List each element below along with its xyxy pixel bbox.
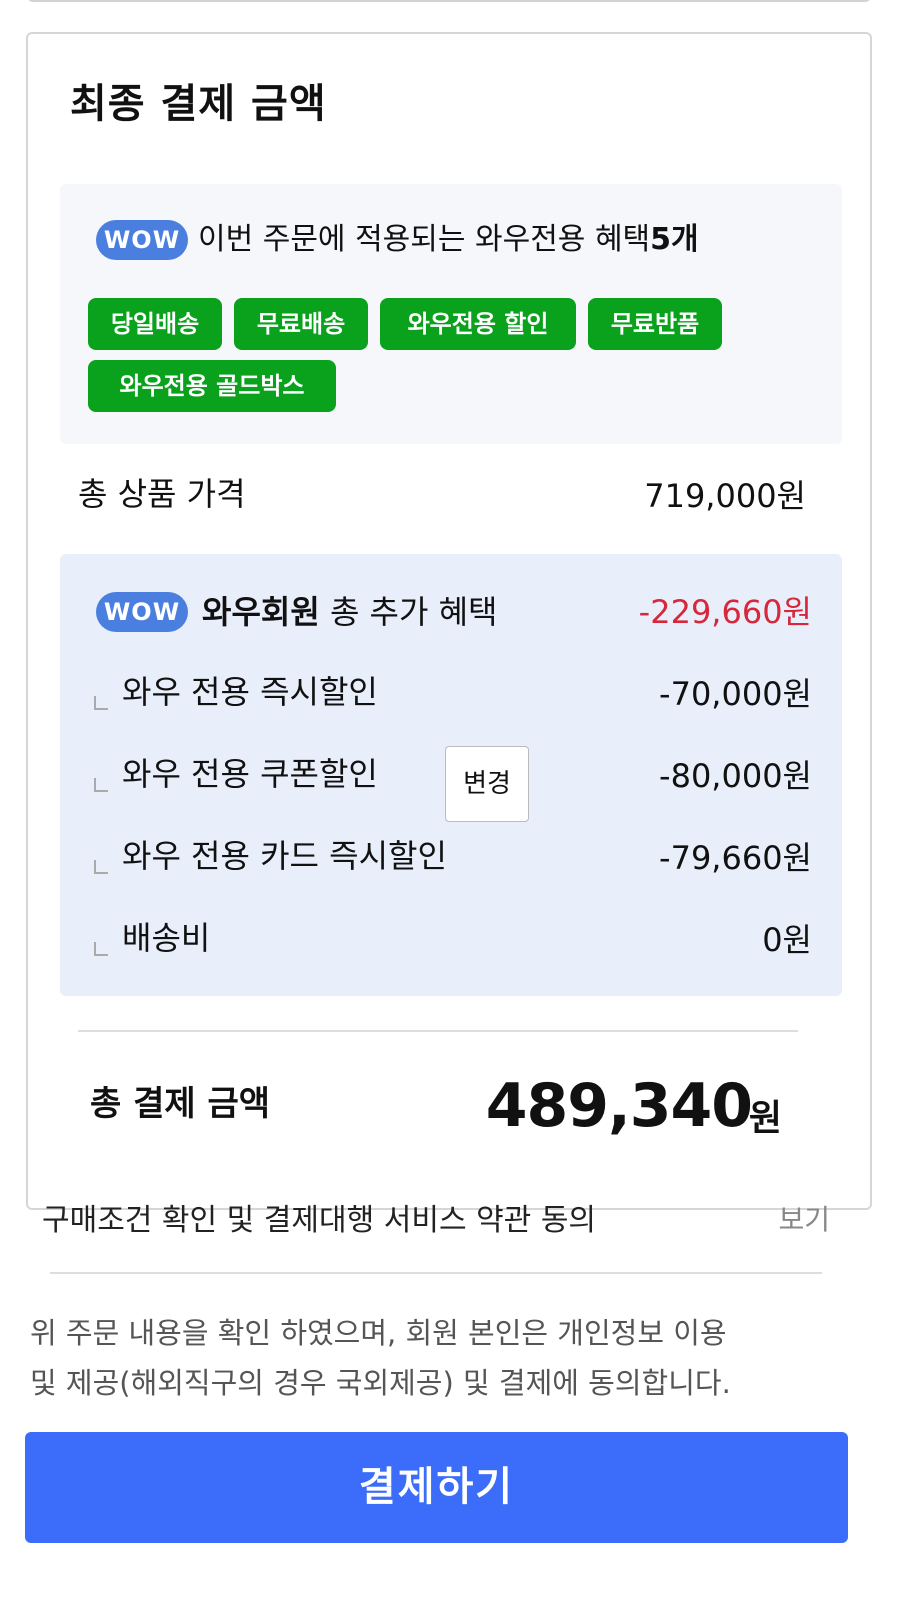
consent-notice-line: 위 주문 내용을 확인 하였으며, 회원 본인은 개인정보 이용 [30,1316,727,1350]
wow-badge: WOW [96,592,188,632]
discount-item-value: 0원 [762,921,812,959]
consent-notice-line: 및 제공(해외직구의 경우 국외제공) 및 결제에 동의합니다. [30,1366,731,1400]
previous-section-edge [27,0,871,2]
divider [78,1030,798,1032]
divider [50,1272,822,1274]
indent-icon [94,696,108,710]
card-title: 최종 결제 금액 [70,81,327,127]
product-total-value: 719,000원 [644,477,806,515]
benefit-tag: 와우전용 할인 [380,298,576,350]
benefits-count: 5개 [650,222,699,257]
product-total-label: 총 상품 가격 [78,475,246,513]
discount-item-label: 와우 전용 즉시할인 [122,673,378,711]
final-total-amount: 489,340 [485,1071,753,1141]
wow-badge: WOW [96,220,188,260]
benefit-tag: 무료배송 [234,298,368,350]
change-coupon-button[interactable]: 변경 [445,746,529,822]
indent-icon [94,778,108,792]
indent-icon [94,942,108,956]
wow-discount-box: WOW 와우회원 총 추가 혜택 -229,660원 와우 전용 즉시할인 -7… [60,554,842,996]
wow-discount-total: -229,660원 [638,593,812,631]
final-total-unit: 원 [748,1098,782,1139]
benefit-tag: 와우전용 골드박스 [88,360,336,412]
final-total-label: 총 결제 금액 [90,1084,271,1124]
discount-item-label: 와우 전용 카드 즉시할인 [122,837,447,875]
consent-notice: 위 주문 내용을 확인 하였으며, 회원 본인은 개인정보 이용 및 제공(해외… [30,1308,840,1408]
benefit-tag: 무료반품 [588,298,722,350]
benefit-tag: 당일배송 [88,298,222,350]
discount-item-value: -80,000원 [659,757,812,795]
benefits-headline-text: 이번 주문에 적용되는 와우전용 혜택 [198,222,651,257]
discount-item-value: -79,660원 [659,839,812,877]
pay-button[interactable]: 결제하기 [25,1432,848,1543]
terms-agreement-label: 구매조건 확인 및 결제대행 서비스 약관 동의 [42,1203,597,1238]
discount-item-label: 와우 전용 쿠폰할인 [122,755,378,793]
wow-discount-label: 와우회원 총 추가 혜택 [202,590,497,634]
wow-member-label: 와우회원 [202,593,320,631]
wow-benefits-box: WOW 이번 주문에 적용되는 와우전용 혜택5개 당일배송 무료배송 와우전용… [60,184,842,444]
payment-summary-card: 최종 결제 금액 WOW 이번 주문에 적용되는 와우전용 혜택5개 당일배송 … [26,32,872,1210]
discount-item-label: 배송비 [122,919,211,957]
indent-icon [94,860,108,874]
benefits-headline: 이번 주문에 적용되는 와우전용 혜택5개 [198,220,699,260]
view-terms-link[interactable]: 보기 [778,1200,830,1240]
wow-discount-label-suffix: 총 추가 혜택 [329,593,498,631]
discount-item-value: -70,000원 [659,675,812,713]
